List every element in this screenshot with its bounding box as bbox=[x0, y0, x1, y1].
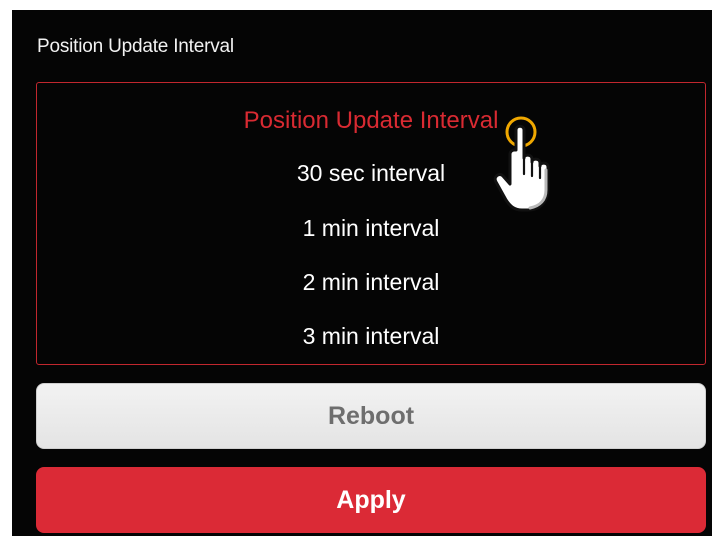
picker-title: Position Update Interval bbox=[243, 107, 499, 134]
app-screen: Position Update Interval Position Update… bbox=[12, 10, 712, 536]
page-title: Position Update Interval bbox=[37, 36, 234, 57]
option-30-sec-interval[interactable]: 30 sec interval bbox=[37, 160, 705, 187]
hand-pointer-icon bbox=[493, 116, 550, 212]
option-3-min-interval[interactable]: 3 min interval bbox=[37, 323, 705, 350]
option-2-min-interval[interactable]: 2 min interval bbox=[37, 269, 705, 296]
reboot-button[interactable]: Reboot bbox=[36, 383, 706, 449]
option-1-min-interval[interactable]: 1 min interval bbox=[37, 215, 705, 242]
interval-picker-dialog: Position Update Interval 30 sec interval… bbox=[36, 82, 706, 365]
apply-button[interactable]: Apply bbox=[36, 467, 706, 533]
